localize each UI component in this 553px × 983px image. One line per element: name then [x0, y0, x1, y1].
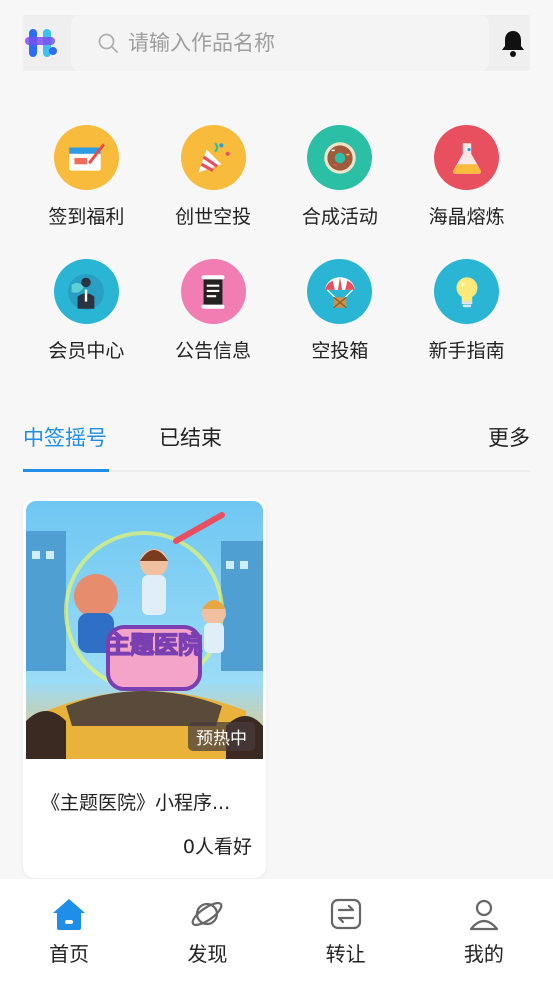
search-input[interactable]	[128, 31, 448, 55]
party-popper-icon	[180, 125, 246, 190]
grid-label: 会员中心	[48, 340, 125, 362]
grid-label: 公告信息	[175, 340, 252, 362]
user-icon	[469, 899, 498, 931]
home-icon	[53, 899, 86, 930]
transfer-icon	[330, 898, 361, 930]
nav-label: 我的	[463, 942, 504, 966]
status-badge: 预热中	[188, 722, 255, 751]
nav-me[interactable]: 我的	[415, 879, 553, 983]
more-link[interactable]: 更多	[488, 422, 530, 452]
grid-label: 海晶熔炼	[428, 206, 505, 228]
donut-icon	[307, 125, 373, 190]
active-tab-indicator	[23, 469, 109, 472]
search-bar[interactable]	[71, 15, 489, 71]
cover-logo-text: 主题医院	[106, 631, 202, 659]
grid-item-announcements[interactable]: 公告信息	[150, 259, 277, 363]
grid-item-synthesis[interactable]: 合成活动	[277, 125, 404, 229]
nav-transfer[interactable]: 转让	[277, 879, 415, 983]
cover-image: 主题医院 预热中	[26, 501, 263, 759]
nav-label: 发现	[187, 942, 228, 966]
home-page: 签到福利 创世空投	[0, 0, 553, 983]
header-bar	[23, 15, 530, 71]
grid-item-smelting[interactable]: 海晶熔炼	[403, 125, 530, 229]
nav-discover[interactable]: 发现	[138, 879, 276, 983]
grid-item-airdrop[interactable]: 创世空投	[150, 125, 277, 229]
grid-label: 创世空投	[175, 206, 252, 228]
calendar-gift-icon	[53, 125, 119, 190]
grid-item-checkin[interactable]: 签到福利	[23, 125, 150, 229]
card-views: 0人看好	[182, 836, 252, 858]
search-icon	[98, 33, 118, 53]
parachute-box-icon	[307, 259, 373, 324]
grid-label: 合成活动	[301, 206, 378, 228]
card-title: 《主题医院》小程序...	[41, 792, 231, 814]
tab-ended[interactable]: 已结束	[159, 422, 222, 452]
grid-item-airdrop-box[interactable]: 空投箱	[277, 259, 404, 363]
bell-icon[interactable]	[498, 28, 528, 58]
flask-icon	[434, 125, 500, 190]
grid-item-membership[interactable]: 会员中心	[23, 259, 150, 363]
planet-icon	[191, 901, 223, 927]
bottom-nav: 首页 发现 转让 我的	[0, 879, 553, 983]
grid-item-guide[interactable]: 新手指南	[403, 259, 530, 363]
globe-person-icon	[53, 259, 119, 324]
nav-home[interactable]: 首页	[0, 879, 138, 983]
app-logo-icon	[25, 29, 57, 57]
grid-label: 新手指南	[428, 340, 505, 362]
tab-lottery[interactable]: 中签摇号	[23, 422, 107, 452]
lightbulb-icon	[434, 259, 500, 324]
scroll-icon	[180, 259, 246, 324]
grid-label: 签到福利	[48, 206, 125, 228]
feature-grid: 签到福利 创世空投 合成活动 海晶熔炼 会员中心 公告信息 空投箱 新手指南	[23, 125, 530, 363]
list-tabs: 中签摇号 已结束 更多	[23, 418, 530, 472]
nav-label: 转让	[325, 942, 366, 966]
product-card[interactable]: 主题医院 预热中 《主题医院》小程序... 0人看好	[23, 498, 266, 878]
grid-label: 空投箱	[311, 340, 369, 362]
nav-label: 首页	[49, 942, 90, 966]
